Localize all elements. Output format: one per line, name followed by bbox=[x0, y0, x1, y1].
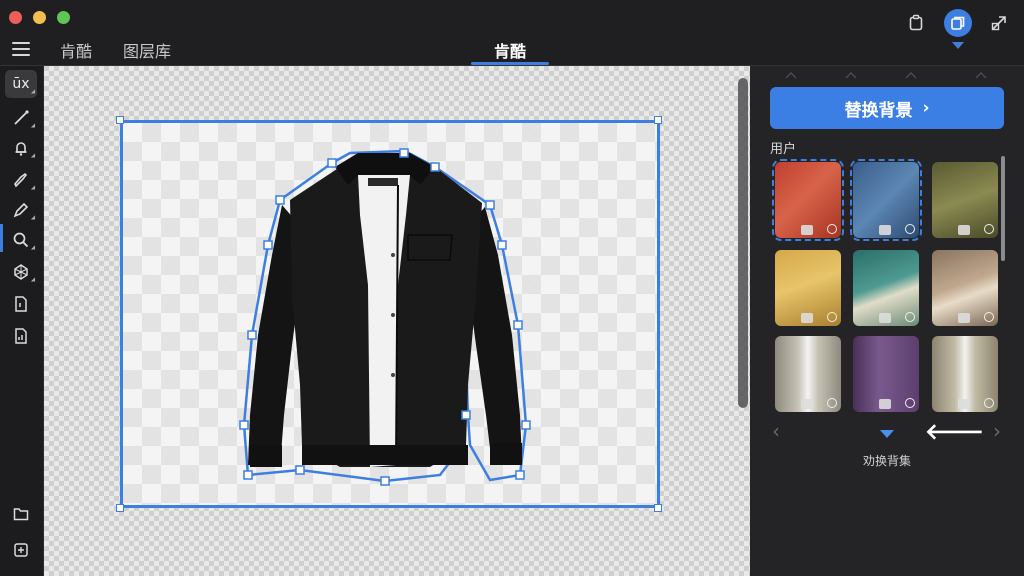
panel-top-carets bbox=[785, 72, 987, 79]
text-tool-label: ūx bbox=[12, 76, 30, 92]
thumbnail-blue-shirt[interactable] bbox=[850, 159, 922, 241]
jacket-image[interactable] bbox=[230, 145, 550, 490]
settings-tool-icon[interactable] bbox=[5, 536, 37, 564]
active-tool-indicator bbox=[0, 224, 3, 252]
page-tool-icon[interactable] bbox=[5, 290, 37, 318]
thumbnail-yellow-texture[interactable] bbox=[775, 250, 841, 326]
tab-1[interactable]: 肯酷 bbox=[60, 38, 92, 62]
transform-tool-icon[interactable] bbox=[5, 258, 38, 286]
thumbnail-grey-jacket[interactable] bbox=[775, 336, 841, 412]
zoom-tool-icon[interactable] bbox=[5, 226, 38, 254]
panel-caption: 劝换背集 bbox=[862, 454, 911, 468]
folder-tool-icon[interactable] bbox=[5, 500, 37, 528]
prev-page-icon[interactable]: ‹ bbox=[772, 419, 780, 443]
chart-tool-icon[interactable] bbox=[5, 322, 37, 350]
next-page-icon[interactable]: › bbox=[993, 419, 1001, 443]
artboard-handle-tr[interactable] bbox=[654, 116, 662, 124]
pen-tool-icon[interactable] bbox=[5, 196, 38, 224]
thumbnail-beige-texture[interactable] bbox=[932, 250, 998, 326]
back-arrow-icon[interactable]: 🡐 bbox=[925, 419, 984, 445]
thumbnail-scrollbar[interactable] bbox=[1001, 156, 1005, 261]
expand-down-icon[interactable] bbox=[880, 430, 894, 438]
active-tab-indicator bbox=[471, 62, 549, 65]
export-icon[interactable] bbox=[986, 10, 1012, 36]
maximize-window-button[interactable] bbox=[57, 11, 70, 24]
text-tool[interactable]: ūx bbox=[5, 70, 38, 98]
bell-tool-icon[interactable] bbox=[5, 134, 38, 162]
thumbnail-red-shirt[interactable] bbox=[772, 159, 844, 241]
artboard-handle-bl[interactable] bbox=[116, 504, 124, 512]
clipboard-icon[interactable] bbox=[903, 10, 929, 36]
tab-2[interactable]: 图层库 bbox=[123, 38, 171, 62]
thumbnail-olive-shirt[interactable] bbox=[932, 162, 998, 238]
menu-icon[interactable] bbox=[12, 42, 30, 56]
close-window-button[interactable] bbox=[9, 11, 22, 24]
replace-background-label: 替换背景 bbox=[844, 100, 913, 121]
artboard-handle-br[interactable] bbox=[654, 504, 662, 512]
tab-center-active[interactable]: 肯酷 bbox=[471, 38, 549, 62]
brush-tool-icon[interactable] bbox=[5, 166, 38, 194]
replace-background-button[interactable]: 替换背景 › bbox=[770, 87, 1004, 129]
thumbnail-purple-shirt[interactable] bbox=[853, 336, 919, 412]
thumbnail-teal-texture[interactable] bbox=[853, 250, 919, 326]
section-title-user: 用户 bbox=[770, 142, 797, 157]
artboard-handle-tl[interactable] bbox=[116, 116, 124, 124]
active-panel-indicator bbox=[952, 42, 964, 49]
line-tool-icon[interactable] bbox=[5, 104, 38, 132]
left-toolbar: ūx bbox=[0, 66, 44, 576]
thumbnail-khaki-jacket[interactable] bbox=[932, 336, 998, 412]
title-bar: 肯酷 图层库 肯酷 bbox=[0, 0, 1024, 66]
right-panel: 替换背景 › 用户 ‹ 🡐 › 劝换背集 bbox=[750, 66, 1024, 576]
minimize-window-button[interactable] bbox=[33, 11, 46, 24]
chevron-right-icon: › bbox=[922, 98, 930, 118]
duplicate-icon[interactable] bbox=[944, 9, 972, 37]
canvas-vertical-scrollbar[interactable] bbox=[738, 78, 748, 408]
